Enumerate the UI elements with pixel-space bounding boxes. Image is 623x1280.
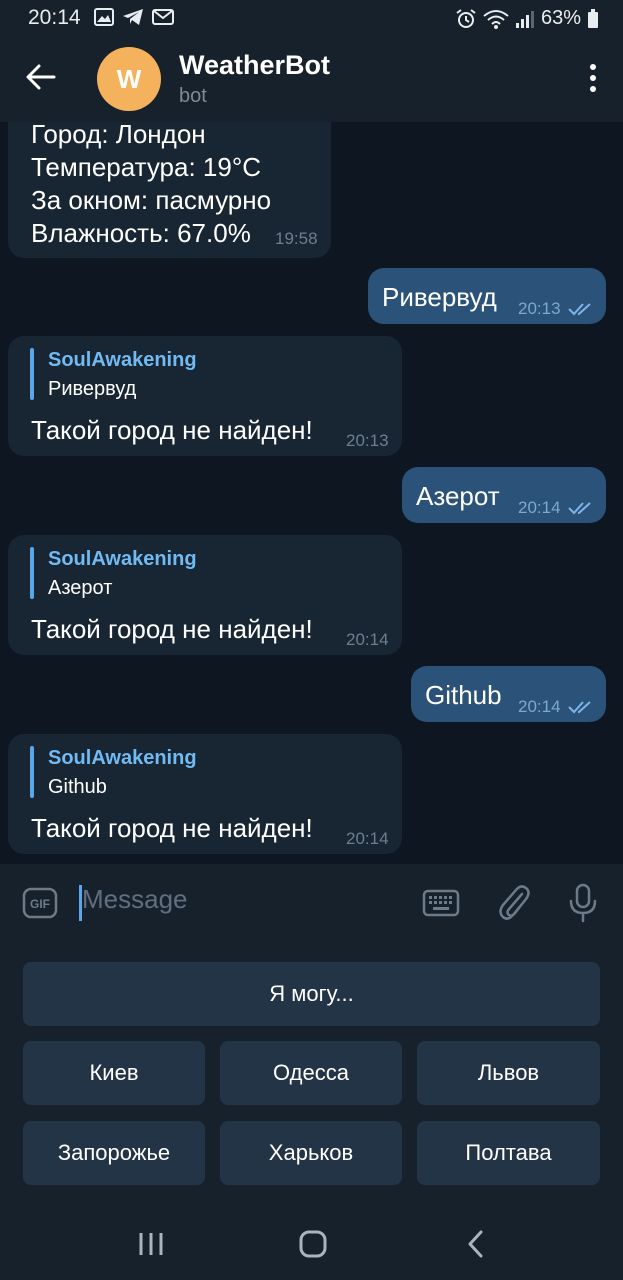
keyboard-button-i-can[interactable]: Я могу... <box>23 962 600 1026</box>
svg-text:GIF: GIF <box>30 897 50 911</box>
message-time: 20:14 <box>518 697 561 716</box>
message-text: Github <box>425 680 502 710</box>
status-time: 20:14 <box>28 6 81 29</box>
keyboard-button-odessa[interactable]: Одесса <box>220 1041 402 1105</box>
chat-subtitle: bot <box>179 85 207 107</box>
message-text: Такой город не найден! <box>31 415 313 445</box>
back-arrow-icon[interactable] <box>24 60 58 94</box>
reply-bar <box>30 547 34 599</box>
message-time: 20:13 <box>518 299 561 318</box>
reply-text: Github <box>48 776 107 798</box>
back-icon[interactable] <box>462 1230 490 1258</box>
reply-author: SoulAwakening <box>48 548 197 570</box>
message-incoming[interactable]: SoulAwakening Github Такой город не найд… <box>8 734 402 854</box>
double-check-icon <box>568 701 591 714</box>
gif-icon[interactable]: GIF <box>22 885 58 921</box>
message-input[interactable]: Message <box>82 884 188 915</box>
double-check-icon <box>568 303 591 316</box>
signal-icon <box>515 10 534 28</box>
message-input-bar: GIF Message <box>0 864 623 940</box>
message-outgoing[interactable]: Github 20:14 <box>411 666 606 722</box>
message-text: Такой город не найден! <box>31 614 313 644</box>
double-check-icon <box>568 502 591 515</box>
keyboard-button-poltava[interactable]: Полтава <box>417 1121 600 1185</box>
keyboard-button-kharkov[interactable]: Харьков <box>220 1121 402 1185</box>
keyboard-button-lviv[interactable]: Львов <box>417 1041 600 1105</box>
message-time: 20:14 <box>518 498 561 517</box>
chat-title[interactable]: WeatherBot <box>179 50 330 81</box>
message-line: За окном: пасмурно <box>31 185 272 215</box>
message-line: Температура: 19°C <box>31 152 262 182</box>
reply-author: SoulAwakening <box>48 349 197 371</box>
reply-bar <box>30 348 34 400</box>
home-icon[interactable] <box>299 1230 327 1258</box>
message-line: Влажность: 67.0% <box>31 218 251 248</box>
chat-header: W WeatherBot bot <box>0 36 623 122</box>
status-bar: 20:14 63% <box>0 0 623 36</box>
message-text: Азерот <box>416 481 500 511</box>
battery-percent: 63% <box>540 7 581 29</box>
more-options-icon[interactable] <box>587 64 599 96</box>
bot-avatar[interactable]: W <box>97 47 161 111</box>
gmail-icon <box>152 9 174 25</box>
message-outgoing[interactable]: Азерот 20:14 <box>402 467 606 523</box>
message-text: Такой город не найден! <box>31 813 313 843</box>
alarm-icon <box>456 8 476 28</box>
microphone-icon[interactable] <box>566 882 600 924</box>
wifi-icon <box>483 9 509 29</box>
message-outgoing[interactable]: Ривервуд 20:13 <box>368 268 606 324</box>
keyboard-button-zaporozhye[interactable]: Запорожье <box>23 1121 205 1185</box>
message-line: Город: Лондон <box>31 122 206 149</box>
reply-text: Азерот <box>48 577 113 599</box>
message-incoming[interactable]: Город: Лондон Температура: 19°C За окном… <box>8 122 331 258</box>
battery-icon <box>588 8 598 28</box>
reply-author: SoulAwakening <box>48 747 197 769</box>
message-incoming[interactable]: SoulAwakening Ривервуд Такой город не на… <box>8 336 402 456</box>
message-time: 19:58 <box>275 229 318 248</box>
message-incoming[interactable]: SoulAwakening Азерот Такой город не найд… <box>8 535 402 655</box>
message-text: Ривервуд <box>382 282 497 312</box>
avatar-letter: W <box>116 63 142 94</box>
paperclip-icon[interactable] <box>496 882 532 922</box>
bot-keyboard: Я могу... Киев Одесса Львов Запорожье Ха… <box>0 940 623 1208</box>
keyboard-icon[interactable] <box>422 886 460 920</box>
system-navigation-bar <box>0 1208 623 1280</box>
message-time: 20:14 <box>346 829 389 848</box>
reply-text: Ривервуд <box>48 378 137 400</box>
message-time: 20:13 <box>346 431 389 450</box>
message-time: 20:14 <box>346 630 389 649</box>
image-icon <box>94 8 114 26</box>
recent-apps-icon[interactable] <box>137 1230 165 1258</box>
telegram-icon <box>123 9 143 25</box>
reply-bar <box>30 746 34 798</box>
message-list[interactable]: Город: Лондон Температура: 19°C За окном… <box>0 122 623 864</box>
keyboard-button-kiev[interactable]: Киев <box>23 1041 205 1105</box>
